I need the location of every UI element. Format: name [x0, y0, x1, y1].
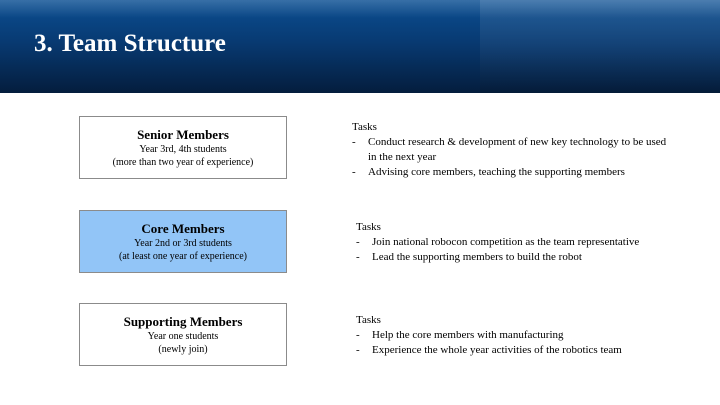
senior-tasks: Tasks - Conduct research & development o… — [352, 120, 672, 180]
supporting-tasks: Tasks - Help the core members with manuf… — [356, 313, 696, 358]
core-members-experience: (at least one year of experience) — [119, 250, 247, 262]
core-members-box: Core Members Year 2nd or 3rd students (a… — [79, 210, 287, 273]
senior-members-title: Senior Members — [137, 126, 229, 142]
senior-members-years: Year 3rd, 4th students — [139, 143, 227, 155]
supporting-tasks-heading: Tasks — [356, 314, 381, 326]
supporting-members-years: Year one students — [147, 330, 219, 342]
senior-task-text: Advising core members, teaching the supp… — [368, 166, 625, 178]
senior-task-text: Conduct research & development of new ke… — [368, 136, 667, 163]
core-task-text: Lead the supporting members to build the… — [372, 251, 582, 263]
core-task-text: Join national robocon competition as the… — [372, 236, 640, 248]
supporting-members-title: Supporting Members — [123, 313, 243, 329]
core-members-years: Year 2nd or 3rd students — [134, 237, 232, 249]
bullet-dash: - — [352, 136, 356, 148]
core-task-item: - Lead the supporting members to build t… — [356, 250, 696, 265]
supporting-task-text: Experience the whole year activities of … — [372, 344, 622, 356]
core-tasks-heading: Tasks — [356, 221, 381, 233]
bullet-dash: - — [356, 344, 360, 356]
bullet-dash: - — [356, 251, 360, 263]
banner-highlight — [0, 0, 720, 18]
senior-members-box: Senior Members Year 3rd, 4th students (m… — [79, 116, 287, 179]
bullet-dash: - — [356, 236, 360, 248]
core-tasks: Tasks - Join national robocon competitio… — [356, 220, 696, 265]
supporting-task-item: - Experience the whole year activities o… — [356, 343, 696, 358]
bullet-dash: - — [356, 329, 360, 341]
senior-tasks-heading: Tasks — [352, 121, 377, 133]
senior-members-experience: (more than two year of experience) — [112, 156, 254, 168]
core-members-title: Core Members — [141, 220, 225, 236]
senior-task-item: - Advising core members, teaching the su… — [352, 165, 672, 180]
bullet-dash: - — [352, 166, 356, 178]
supporting-task-text: Help the core members with manufacturing — [372, 329, 564, 341]
slide-title: 3. Team Structure — [34, 30, 226, 57]
senior-task-item: - Conduct research & development of new … — [352, 135, 672, 165]
supporting-members-experience: (newly join) — [158, 343, 208, 355]
supporting-task-item: - Help the core members with manufacturi… — [356, 328, 696, 343]
supporting-members-box: Supporting Members Year one students (ne… — [79, 303, 287, 366]
core-task-item: - Join national robocon competition as t… — [356, 235, 696, 250]
title-banner: 3. Team Structure — [0, 0, 720, 93]
